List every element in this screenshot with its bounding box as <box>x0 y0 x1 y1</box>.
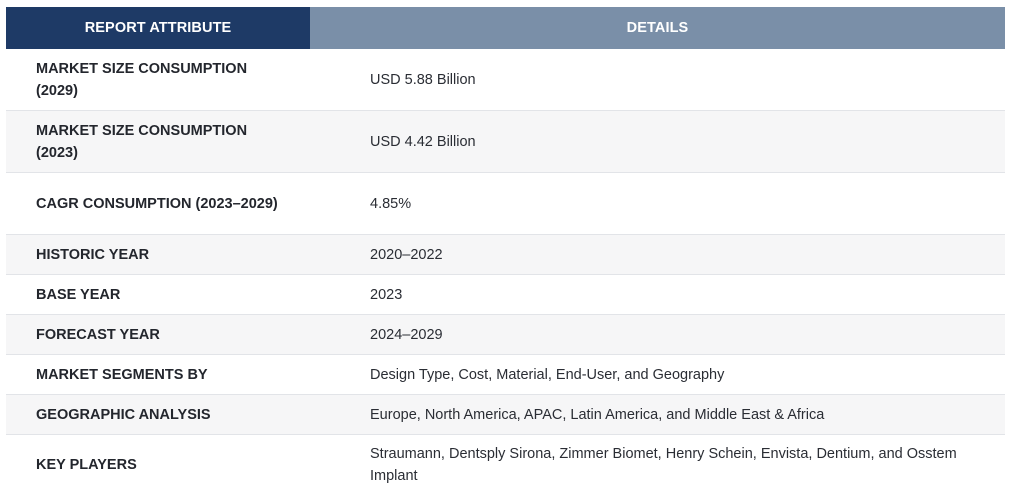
row-attribute: BASE YEAR <box>6 274 310 315</box>
row-attribute: HISTORIC YEAR <box>6 234 310 275</box>
row-details: USD 5.88 Billion <box>310 49 1005 111</box>
table-row: MARKET SIZE CONSUMPTION (2029) USD 5.88 … <box>6 49 1005 111</box>
row-attribute: MARKET SIZE CONSUMPTION (2029) <box>6 49 310 111</box>
table-row: GEOGRAPHIC ANALYSIS Europe, North Americ… <box>6 394 1005 435</box>
report-attributes-table: REPORT ATTRIBUTE DETAILS MARKET SIZE CON… <box>6 7 1005 494</box>
report-table-container: REPORT ATTRIBUTE DETAILS MARKET SIZE CON… <box>6 7 1005 494</box>
row-attribute: MARKET SEGMENTS BY <box>6 354 310 395</box>
row-attribute: MARKET SIZE CONSUMPTION (2023) <box>6 110 310 173</box>
row-attribute: GEOGRAPHIC ANALYSIS <box>6 394 310 435</box>
row-attribute: CAGR CONSUMPTION (2023–2029) <box>6 172 310 235</box>
header-report-attribute: REPORT ATTRIBUTE <box>6 7 310 49</box>
table-header-row: REPORT ATTRIBUTE DETAILS <box>6 7 1005 49</box>
row-details: 2024–2029 <box>310 314 1005 355</box>
table-row: KEY PLAYERS Straumann, Dentsply Sirona, … <box>6 434 1005 494</box>
row-details: Design Type, Cost, Material, End-User, a… <box>310 354 1005 395</box>
table-row: HISTORIC YEAR 2020–2022 <box>6 234 1005 275</box>
header-details: DETAILS <box>310 7 1005 49</box>
row-details: 2023 <box>310 274 1005 315</box>
table-row: FORECAST YEAR 2024–2029 <box>6 314 1005 355</box>
table-row: MARKET SEGMENTS BY Design Type, Cost, Ma… <box>6 354 1005 395</box>
table-row: CAGR CONSUMPTION (2023–2029) 4.85% <box>6 172 1005 235</box>
table-row: MARKET SIZE CONSUMPTION (2023) USD 4.42 … <box>6 110 1005 173</box>
row-details: Straumann, Dentsply Sirona, Zimmer Biome… <box>310 434 1005 494</box>
row-attribute: KEY PLAYERS <box>6 434 310 494</box>
table-row: BASE YEAR 2023 <box>6 274 1005 315</box>
row-attribute: FORECAST YEAR <box>6 314 310 355</box>
row-details: 2020–2022 <box>310 234 1005 275</box>
row-details: Europe, North America, APAC, Latin Ameri… <box>310 394 1005 435</box>
row-details: USD 4.42 Billion <box>310 110 1005 173</box>
row-details: 4.85% <box>310 172 1005 235</box>
